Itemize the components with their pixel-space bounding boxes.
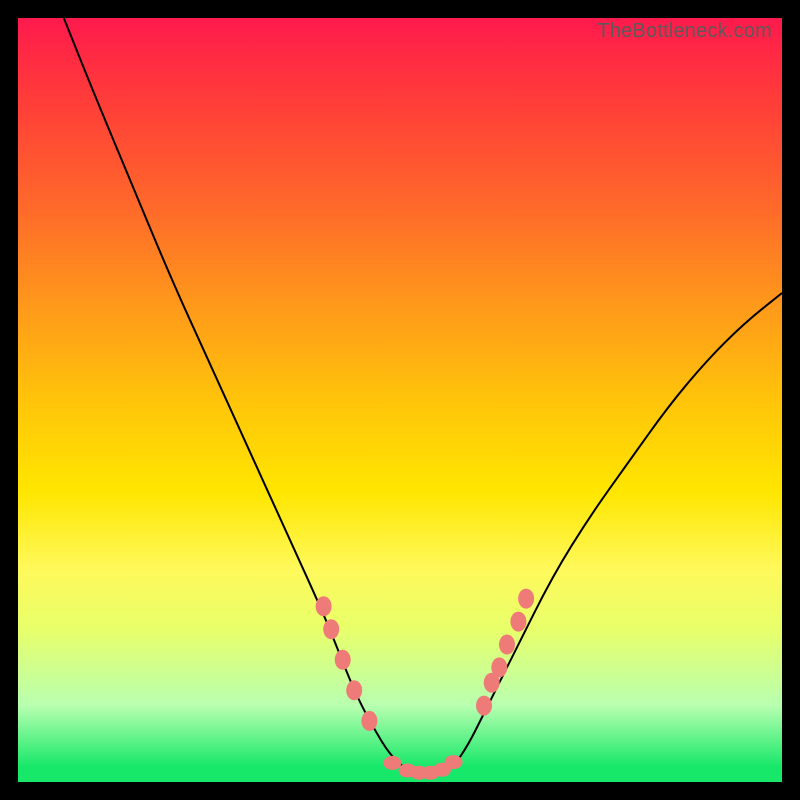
- data-point: [476, 696, 492, 716]
- data-point: [361, 711, 377, 731]
- bottleneck-curve: [18, 18, 782, 782]
- data-point: [445, 755, 463, 769]
- data-point: [316, 596, 332, 616]
- data-point: [518, 589, 534, 609]
- chart-frame: TheBottleneck.com: [0, 0, 800, 800]
- plot-area: TheBottleneck.com: [18, 18, 782, 782]
- bottom-dot-cluster: [383, 755, 462, 780]
- data-point: [346, 680, 362, 700]
- data-point: [335, 650, 351, 670]
- curve-path: [64, 18, 782, 774]
- right-dot-cluster: [476, 589, 534, 716]
- data-point: [383, 756, 401, 770]
- data-point: [323, 619, 339, 639]
- data-point: [491, 657, 507, 677]
- data-point: [510, 612, 526, 632]
- data-point: [499, 635, 515, 655]
